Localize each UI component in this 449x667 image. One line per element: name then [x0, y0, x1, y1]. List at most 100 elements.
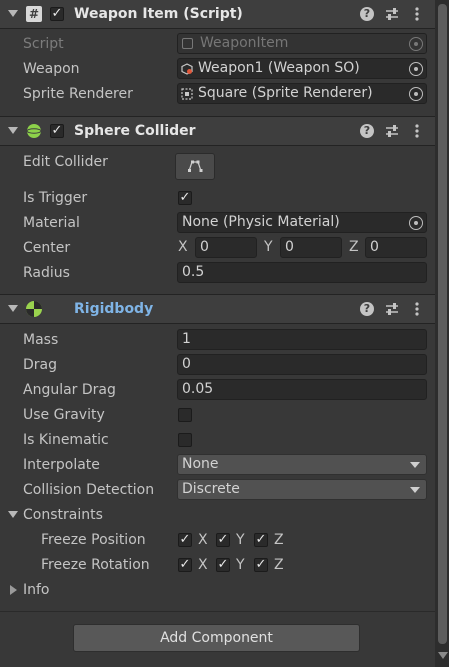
context-menu-icon[interactable] — [409, 123, 425, 139]
freeze-position-label: Freeze Position — [41, 532, 146, 548]
check-icon: ✓ — [179, 557, 191, 572]
center-y-value: 0 — [285, 239, 294, 255]
edit-collider-label: Edit Collider — [23, 154, 108, 170]
weapon-field[interactable]: Weapon1 (Weapon SO) — [177, 58, 427, 79]
angular-drag-label: Angular Drag — [23, 382, 116, 398]
preset-icon[interactable] — [384, 6, 400, 22]
scriptable-object-icon — [181, 63, 193, 75]
freeze-rotation-y-checkbox[interactable]: ✓ — [216, 558, 230, 572]
material-field-value: None (Physic Material) — [182, 214, 340, 230]
weapon-item-enabled-checkbox[interactable]: ✓ — [50, 7, 64, 21]
context-menu-icon[interactable] — [409, 301, 425, 317]
mass-label: Mass — [23, 332, 59, 348]
freeze-rotation-label: Freeze Rotation — [41, 557, 150, 573]
sphere-collider-enabled-checkbox[interactable]: ✓ — [50, 124, 64, 138]
freeze-position-x-label: X — [198, 532, 208, 548]
freeze-rotation-z-label: Z — [274, 557, 284, 573]
rigidbody-icon — [26, 301, 42, 317]
center-z-field[interactable]: 0 — [365, 237, 427, 258]
script-field-value: WeaponItem — [200, 35, 289, 51]
scrollbar-thumb[interactable] — [438, 4, 447, 644]
check-icon: ✓ — [179, 532, 191, 547]
help-icon[interactable]: ? — [360, 302, 374, 316]
angular-drag-field[interactable]: 0.05 — [177, 379, 427, 400]
freeze-rotation-z-checkbox[interactable]: ✓ — [254, 558, 268, 572]
is-trigger-checkbox[interactable]: ✓ — [178, 191, 192, 205]
material-label: Material — [23, 215, 80, 231]
interpolate-value: None — [182, 456, 219, 472]
weapon-label: Weapon — [23, 61, 80, 77]
collision-detection-dropdown[interactable]: Discrete — [177, 479, 427, 500]
check-icon: ✓ — [217, 557, 229, 572]
freeze-rotation-x-label: X — [198, 557, 208, 573]
is-trigger-label: Is Trigger — [23, 190, 88, 206]
is-kinematic-checkbox[interactable] — [178, 433, 192, 447]
freeze-position-z-checkbox[interactable]: ✓ — [254, 533, 268, 547]
section-divider — [0, 611, 435, 612]
freeze-position-y-label: Y — [236, 532, 245, 548]
check-icon: ✓ — [255, 532, 267, 547]
script-field: WeaponItem — [177, 33, 427, 54]
drag-label: Drag — [23, 357, 58, 373]
sprite-renderer-object-picker-icon[interactable] — [409, 87, 423, 101]
constraints-foldout-icon[interactable] — [8, 511, 18, 518]
check-icon: ✓ — [51, 123, 63, 138]
sphere-collider-foldout-icon[interactable] — [8, 127, 18, 134]
info-foldout-icon[interactable] — [10, 585, 17, 595]
drag-value: 0 — [182, 356, 191, 372]
mass-field[interactable]: 1 — [177, 329, 427, 350]
help-icon[interactable]: ? — [360, 7, 374, 21]
constraints-label[interactable]: Constraints — [23, 505, 103, 525]
context-menu-icon[interactable] — [409, 6, 425, 22]
add-component-button[interactable]: Add Component — [73, 624, 360, 652]
sphere-collider-icon — [26, 124, 42, 138]
center-y-field[interactable]: 0 — [280, 237, 342, 258]
center-x-field[interactable]: 0 — [195, 237, 257, 258]
freeze-rotation-x-checkbox[interactable]: ✓ — [178, 558, 192, 572]
interpolate-dropdown[interactable]: None — [177, 454, 427, 475]
preset-icon[interactable] — [384, 301, 400, 317]
preset-icon[interactable] — [384, 123, 400, 139]
freeze-position-y-checkbox[interactable]: ✓ — [216, 533, 230, 547]
check-icon: ✓ — [179, 190, 191, 205]
center-x-value: 0 — [200, 239, 209, 255]
script-icon: # — [26, 6, 42, 22]
weapon-item-title: Weapon Item (Script) — [74, 6, 243, 22]
scroll-down-arrow-icon[interactable] — [438, 652, 448, 659]
chevron-down-icon — [410, 487, 420, 493]
collision-detection-value: Discrete — [182, 481, 240, 497]
mass-value: 1 — [182, 331, 191, 347]
use-gravity-checkbox[interactable] — [178, 408, 192, 422]
weapon-item-foldout-icon[interactable] — [8, 10, 18, 17]
rigidbody-title: Rigidbody — [74, 301, 154, 317]
sphere-collider-title: Sphere Collider — [74, 123, 196, 139]
chevron-down-icon — [410, 462, 420, 468]
radius-field[interactable]: 0.5 — [177, 262, 427, 283]
center-label: Center — [23, 240, 71, 256]
info-label[interactable]: Info — [23, 580, 50, 600]
rigidbody-foldout-icon[interactable] — [8, 305, 18, 312]
freeze-position-x-checkbox[interactable]: ✓ — [178, 533, 192, 547]
interpolate-label: Interpolate — [23, 457, 100, 473]
use-gravity-label: Use Gravity — [23, 407, 105, 423]
center-z-label: Z — [349, 239, 359, 255]
help-icon[interactable]: ? — [360, 124, 374, 138]
check-icon: ✓ — [51, 6, 63, 21]
weapon-object-picker-icon[interactable] — [409, 62, 423, 76]
script-object-picker-icon — [409, 37, 423, 51]
center-z-value: 0 — [370, 239, 379, 255]
angular-drag-value: 0.05 — [182, 381, 214, 397]
material-field[interactable]: None (Physic Material) — [177, 212, 427, 233]
freeze-rotation-y-label: Y — [236, 557, 245, 573]
script-file-icon — [182, 38, 193, 49]
sprite-renderer-field-value: Square (Sprite Renderer) — [198, 85, 373, 101]
drag-field[interactable]: 0 — [177, 354, 427, 375]
sprite-renderer-field[interactable]: Square (Sprite Renderer) — [177, 83, 427, 104]
material-object-picker-icon[interactable] — [409, 216, 423, 230]
check-icon: ✓ — [217, 532, 229, 547]
radius-value: 0.5 — [182, 264, 205, 280]
is-kinematic-label: Is Kinematic — [23, 432, 109, 448]
sprite-renderer-label: Sprite Renderer — [23, 86, 133, 102]
check-icon: ✓ — [255, 557, 267, 572]
weapon-field-value: Weapon1 (Weapon SO) — [198, 60, 360, 76]
